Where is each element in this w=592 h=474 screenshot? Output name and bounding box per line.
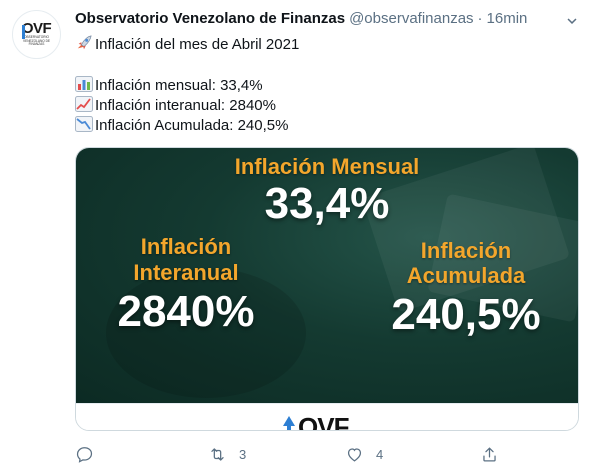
tweet-title-text: Inflación del mes de Abril 2021 bbox=[95, 36, 300, 53]
tweet-line-accumulated: Inflación Acumulada: 240,5% bbox=[75, 116, 288, 136]
retweet-icon bbox=[211, 447, 224, 461]
more-options-icon[interactable] bbox=[563, 12, 581, 30]
monthly-inflation-label: Inflación Mensual bbox=[234, 154, 420, 179]
accumulated-inflation-value: 240,5% bbox=[391, 290, 541, 339]
accumulated-inflation-text: Inflación Acumulada: 240,5% bbox=[95, 117, 289, 134]
tweet: OVF OBSERVATORIO VENEZOLANO DE FINANZAS … bbox=[0, 0, 592, 474]
retweet-count: 3 bbox=[239, 446, 247, 462]
reply-icon bbox=[76, 446, 93, 463]
tweet-line-yearly: Inflación interanual: 2840% bbox=[75, 96, 276, 116]
avatar-arrow-icon bbox=[22, 25, 25, 39]
share-icon bbox=[483, 447, 496, 461]
tweet-timestamp[interactable]: 16min bbox=[487, 10, 528, 27]
like-button[interactable]: 4 bbox=[345, 440, 383, 468]
author-name[interactable]: Observatorio Venezolano de Finanzas bbox=[75, 10, 345, 27]
yearly-inflation-label-line1: Inflación bbox=[140, 234, 232, 259]
monthly-inflation-value: 33,4% bbox=[264, 179, 390, 228]
accumulated-inflation-label-line1: Inflación bbox=[420, 238, 512, 263]
tweet-header: Observatorio Venezolano de Finanzas @obs… bbox=[75, 10, 527, 30]
tweet-line-monthly: Inflación mensual: 33,4% bbox=[75, 76, 263, 96]
yearly-inflation-label-line2: Interanual bbox=[133, 260, 239, 285]
tweet-media-image[interactable]: Inflación Mensual 33,4% Inflación Intera… bbox=[75, 147, 579, 431]
like-count: 4 bbox=[376, 446, 384, 462]
monthly-inflation-text: Inflación mensual: 33,4% bbox=[95, 77, 263, 94]
heart-icon bbox=[347, 447, 362, 462]
author-handle[interactable]: @observafinanzas bbox=[349, 10, 473, 27]
avatar-logo-subtext: OBSERVATORIO VENEZOLANO DE FINANZAS bbox=[22, 35, 51, 47]
ovf-arrow-stem bbox=[287, 425, 291, 430]
ovf-footer-logo: OVF bbox=[298, 412, 349, 431]
tweet-line-title: Inflación del mes de Abril 2021 bbox=[75, 35, 299, 55]
bar-chart-emoji-icon bbox=[75, 76, 93, 92]
accumulated-inflation-label-line2: Acumulada bbox=[406, 263, 526, 288]
chart-increasing-emoji-icon bbox=[75, 96, 93, 112]
retweet-button[interactable]: 3 bbox=[208, 440, 246, 468]
tweet-actions: 3 4 bbox=[75, 440, 579, 468]
inflation-banner: Inflación Mensual 33,4% Inflación Intera… bbox=[76, 148, 578, 403]
share-button[interactable] bbox=[480, 440, 499, 468]
avatar-logo-text: OVF bbox=[21, 20, 52, 38]
reply-button[interactable] bbox=[75, 440, 106, 468]
media-footer: OVF bbox=[76, 403, 578, 431]
yearly-inflation-value: 2840% bbox=[117, 287, 255, 336]
avatar[interactable]: OVF OBSERVATORIO VENEZOLANO DE FINANZAS bbox=[12, 10, 61, 59]
separator-dot: · bbox=[477, 10, 483, 27]
yearly-inflation-text: Inflación interanual: 2840% bbox=[95, 97, 276, 114]
chart-decreasing-emoji-icon bbox=[75, 116, 93, 132]
rocket-emoji-icon bbox=[77, 35, 92, 50]
